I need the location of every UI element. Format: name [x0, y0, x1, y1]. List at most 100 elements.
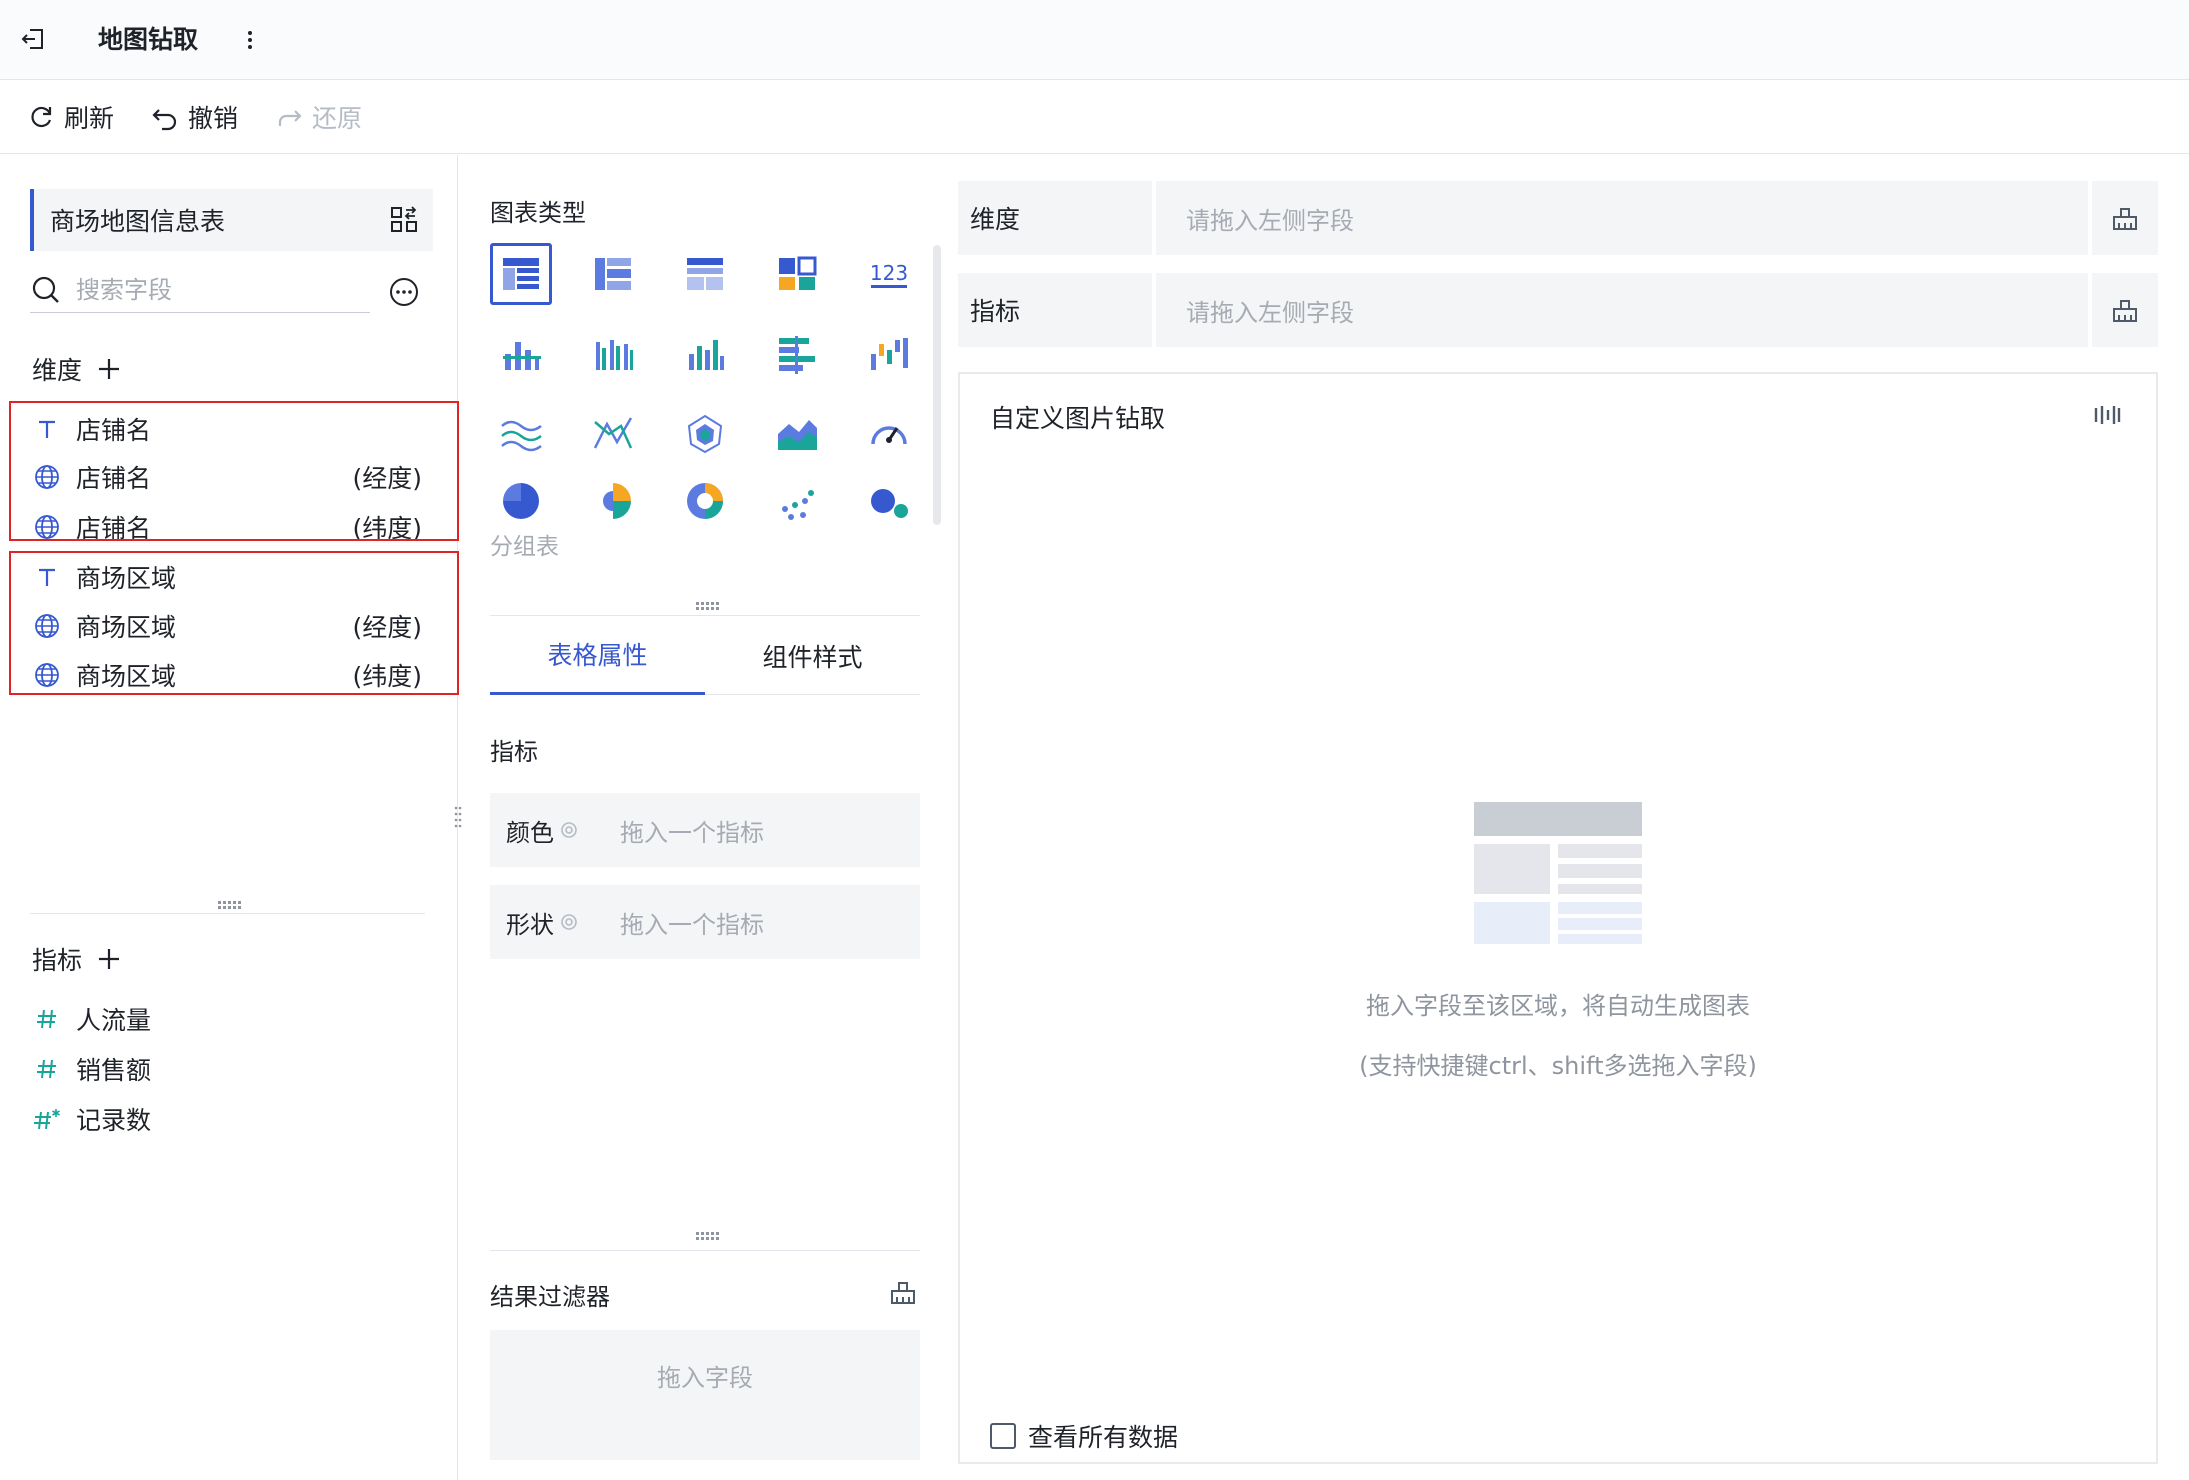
- svg-text:123: 123: [870, 261, 908, 285]
- dimension-field[interactable]: 店铺名: [32, 409, 422, 449]
- more-options-icon[interactable]: [388, 276, 420, 308]
- measure-section-label: 指标: [490, 738, 538, 766]
- refresh-label: 刷新: [64, 104, 115, 133]
- field-name: 店铺名: [76, 514, 152, 543]
- switch-dataset-icon[interactable]: [389, 205, 419, 235]
- measure-shelf: 指标 请拖入左侧字段: [958, 273, 2158, 347]
- more-vertical-icon[interactable]: [240, 26, 260, 54]
- shape-drop-placeholder: 拖入一个指标: [620, 910, 764, 939]
- scatter-line-chart-icon[interactable]: [582, 403, 644, 465]
- measure-field[interactable]: 人流量: [32, 999, 422, 1039]
- color-label: 颜色: [506, 818, 554, 847]
- field-name: 店铺名: [76, 464, 152, 493]
- view-all-data-option[interactable]: 查看所有数据: [990, 1418, 1178, 1454]
- field-name: 记录数: [76, 1106, 152, 1135]
- undo-icon: [152, 109, 177, 131]
- measures-label: 指标: [32, 946, 83, 975]
- filter-drop-zone[interactable]: 拖入字段: [490, 1330, 920, 1460]
- measure-drop-zone[interactable]: 请拖入左侧字段: [1152, 273, 2042, 347]
- dimension-shelf-label: 维度: [970, 205, 1021, 234]
- clear-measure-icon[interactable]: [2088, 273, 2158, 347]
- dataset-selector[interactable]: 商场地图信息表: [30, 189, 433, 251]
- text-icon: [32, 414, 62, 444]
- field-name: 销售额: [76, 1056, 152, 1085]
- globe-icon: [32, 512, 62, 542]
- kpi-board-chart-icon[interactable]: [766, 243, 828, 305]
- measure-field[interactable]: 销售额: [32, 1049, 422, 1089]
- search-icon: [32, 276, 59, 303]
- add-measure-icon[interactable]: [96, 946, 122, 972]
- filter-drop-placeholder: 拖入字段: [657, 1364, 753, 1392]
- panel-divider: [490, 1250, 920, 1251]
- dimensions-label: 维度: [32, 356, 83, 385]
- view-all-label: 查看所有数据: [1028, 1423, 1179, 1452]
- text-icon: [32, 562, 62, 592]
- field-panel: 商场地图信息表 维度 店铺名 店铺名 (经度) 店铺名 (纬度) 商场区域 商场…: [0, 155, 459, 1480]
- line-chart-icon[interactable]: [490, 403, 552, 465]
- field-suffix: (纬度): [352, 662, 422, 691]
- dimension-field[interactable]: 店铺名 (经度): [32, 457, 422, 497]
- view-all-checkbox[interactable]: [990, 1423, 1016, 1449]
- tab-component-style[interactable]: 组件样式: [705, 616, 920, 695]
- add-dimension-icon[interactable]: [96, 356, 122, 382]
- undo-button[interactable]: 撤销: [150, 100, 238, 134]
- shape-drop-zone[interactable]: 形状 拖入一个指标: [490, 885, 920, 959]
- gauge-chart-icon[interactable]: [858, 403, 920, 465]
- shape-label-group: 形状: [506, 905, 580, 940]
- area-chart-icon[interactable]: [766, 403, 828, 465]
- dimension-field[interactable]: 店铺名 (纬度): [32, 507, 422, 547]
- panel-divider: [30, 913, 425, 914]
- grouped-table-chart-icon[interactable]: [490, 243, 552, 305]
- field-name: 店铺名: [76, 416, 152, 445]
- drag-handle[interactable]: [696, 1232, 720, 1240]
- hash-icon: [32, 1054, 62, 1084]
- filter-settings-icon[interactable]: [888, 1277, 918, 1307]
- detail-table-chart-icon[interactable]: [582, 243, 644, 305]
- number-card-chart-icon[interactable]: 123: [858, 243, 920, 305]
- chart-grid-scrollbar[interactable]: [933, 245, 941, 525]
- bar-chart-icon[interactable]: [766, 323, 828, 385]
- field-name: 商场区域: [76, 564, 177, 593]
- column-chart-icon[interactable]: [674, 323, 736, 385]
- globe-icon: [32, 660, 62, 690]
- empty-hint-sub: (支持快捷键ctrl、shift多选拖入字段): [1359, 1052, 1757, 1080]
- waterfall-chart-icon[interactable]: [858, 323, 920, 385]
- redo-label: 还原: [312, 104, 363, 133]
- radar-chart-icon[interactable]: [674, 403, 736, 465]
- cross-table-chart-icon[interactable]: [674, 243, 736, 305]
- rose-chart-icon[interactable]: [582, 479, 644, 523]
- chart-types-label: 图表类型: [490, 199, 586, 227]
- drag-handle[interactable]: [218, 901, 242, 909]
- dimension-field[interactable]: 商场区域 (经度): [32, 606, 422, 646]
- page-title: 地图钻取: [98, 25, 199, 54]
- refresh-button[interactable]: 刷新: [26, 100, 114, 134]
- scatter-chart-icon[interactable]: [766, 479, 828, 523]
- sunburst-chart-icon[interactable]: [674, 479, 736, 523]
- bubble-chart-icon[interactable]: [858, 479, 920, 523]
- tab-table-properties[interactable]: 表格属性: [490, 616, 705, 695]
- chart-config-panel: 图表类型 123 分组表 表格属性 组件样式 指标 颜色 拖入一个指标 形状 拖…: [459, 155, 949, 1480]
- chart-canvas[interactable]: 自定义图片钻取 拖入字段至该区域，将自动生成图表 (支持快捷键ctrl、shif…: [958, 372, 2158, 1464]
- dimension-drop-zone[interactable]: 请拖入左侧字段: [1152, 181, 2042, 255]
- globe-icon: [32, 611, 62, 641]
- measures-header: 指标: [32, 941, 122, 977]
- redo-button[interactable]: 还原: [274, 100, 362, 134]
- pie-chart-icon[interactable]: [490, 479, 552, 523]
- canvas-title[interactable]: 自定义图片钻取: [990, 399, 1165, 435]
- measure-field[interactable]: 记录数: [32, 1099, 422, 1139]
- clear-dimension-icon[interactable]: [2088, 181, 2158, 255]
- dimension-field[interactable]: 商场区域 (纬度): [32, 655, 422, 695]
- selected-chart-caption: 分组表: [490, 534, 559, 560]
- drag-handle[interactable]: [696, 602, 720, 610]
- color-drop-zone[interactable]: 颜色 拖入一个指标: [490, 793, 920, 867]
- chart-menu-icon[interactable]: [2092, 400, 2122, 430]
- search-input[interactable]: [76, 275, 346, 304]
- undo-label: 撤销: [188, 104, 239, 133]
- gear-icon[interactable]: [558, 911, 580, 933]
- globe-icon: [32, 462, 62, 492]
- grouped-bars-chart-icon[interactable]: [582, 323, 644, 385]
- dimension-field[interactable]: 商场区域: [32, 557, 422, 597]
- stacked-column-chart-icon[interactable]: [490, 323, 552, 385]
- gear-icon[interactable]: [558, 819, 580, 841]
- exit-icon[interactable]: [18, 24, 48, 54]
